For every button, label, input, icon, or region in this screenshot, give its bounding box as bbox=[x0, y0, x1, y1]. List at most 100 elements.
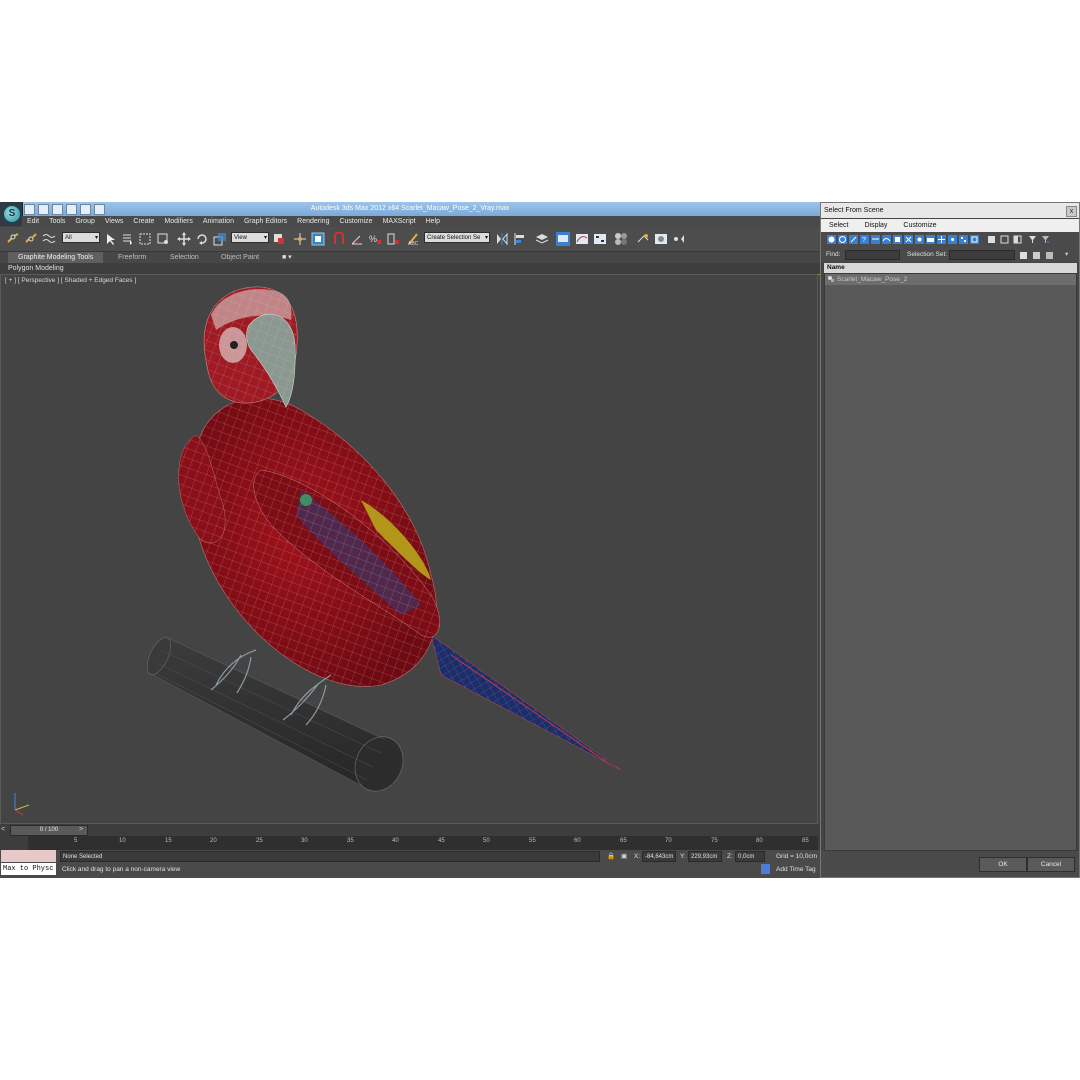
select-and-manipulate-icon[interactable] bbox=[293, 232, 307, 246]
display-space-warps-icon[interactable] bbox=[882, 235, 891, 244]
close-icon[interactable]: x bbox=[1066, 206, 1077, 217]
menu-help[interactable]: Help bbox=[421, 216, 445, 227]
add-time-tag-button[interactable]: Add Time Tag bbox=[776, 864, 816, 875]
list-item[interactable]: Scarlet_Macaw_Pose_2 bbox=[825, 274, 1076, 285]
window-crossing-icon[interactable] bbox=[156, 232, 170, 246]
display-all-icon[interactable] bbox=[959, 235, 968, 244]
layer-manager-icon[interactable] bbox=[535, 232, 549, 246]
snaps-toggle-icon[interactable] bbox=[332, 232, 346, 246]
render-setup-icon[interactable] bbox=[636, 232, 650, 246]
maxscript-mini-listener[interactable]: Max to Physc bbox=[1, 863, 56, 875]
menu-graph-editors[interactable]: Graph Editors bbox=[239, 216, 292, 227]
schematic-view-icon[interactable] bbox=[593, 232, 607, 246]
select-invert-icon[interactable] bbox=[1013, 235, 1022, 244]
display-frozen-icon[interactable] bbox=[937, 235, 946, 244]
menu-group[interactable]: Group bbox=[70, 216, 99, 227]
menu-rendering[interactable]: Rendering bbox=[292, 216, 334, 227]
menu-modifiers[interactable]: Modifiers bbox=[159, 216, 197, 227]
display-cameras-icon[interactable]: ? bbox=[860, 235, 869, 244]
z-coordinate-field[interactable]: 0,0cm bbox=[735, 851, 765, 862]
cancel-button[interactable]: Cancel bbox=[1027, 857, 1075, 872]
project-folder-icon[interactable] bbox=[94, 204, 105, 215]
selection-filter-dropdown[interactable]: All bbox=[62, 232, 100, 244]
display-containers-icon[interactable] bbox=[926, 235, 935, 244]
application-menu-button[interactable]: S bbox=[0, 202, 23, 226]
menu-views[interactable]: Views bbox=[100, 216, 129, 227]
select-and-move-icon[interactable] bbox=[177, 232, 191, 246]
display-helpers-icon[interactable] bbox=[871, 235, 880, 244]
toolbar-overflow-icon[interactable]: ▾ bbox=[1065, 248, 1068, 262]
render-production-icon[interactable] bbox=[672, 232, 686, 246]
maxscript-listener-output[interactable] bbox=[1, 850, 56, 862]
keyboard-shortcut-override-icon[interactable] bbox=[311, 232, 325, 246]
menu-maxscript[interactable]: MAXScript bbox=[378, 216, 421, 227]
display-shapes-icon[interactable] bbox=[838, 235, 847, 244]
menu-tools[interactable]: Tools bbox=[44, 216, 70, 227]
percent-snap-icon[interactable]: % bbox=[368, 232, 382, 246]
display-none-icon[interactable] bbox=[970, 235, 979, 244]
dialog-menu-display[interactable]: Display bbox=[856, 219, 895, 232]
display-bones-icon[interactable] bbox=[915, 235, 924, 244]
display-geometry-icon[interactable] bbox=[827, 235, 836, 244]
named-selection-dropdown[interactable]: Create Selection Se bbox=[424, 232, 490, 244]
tab-graphite-modeling-tools[interactable]: Graphite Modeling Tools bbox=[8, 252, 104, 263]
select-none-icon[interactable] bbox=[1000, 235, 1009, 244]
selection-set-dropdown[interactable] bbox=[949, 250, 1015, 260]
menu-animation[interactable]: Animation bbox=[198, 216, 239, 227]
select-and-rotate-icon[interactable] bbox=[195, 232, 209, 246]
use-pivot-center-icon[interactable] bbox=[272, 232, 286, 246]
x-coordinate-field[interactable]: -84,643cm bbox=[642, 851, 676, 862]
find-input[interactable] bbox=[845, 250, 900, 260]
open-file-icon[interactable] bbox=[38, 204, 49, 215]
select-and-link-icon[interactable] bbox=[6, 232, 20, 246]
undo-icon[interactable] bbox=[66, 204, 77, 215]
select-by-name-icon[interactable] bbox=[121, 232, 135, 246]
dialog-menu-customize[interactable]: Customize bbox=[895, 219, 944, 232]
graphite-modeling-tools-toggle-icon[interactable] bbox=[556, 232, 570, 246]
select-and-scale-icon[interactable] bbox=[213, 232, 227, 246]
bind-to-space-warp-icon[interactable] bbox=[42, 232, 56, 246]
y-coordinate-field[interactable]: 229,93cm bbox=[688, 851, 722, 862]
viewport-label[interactable]: [ + ] [ Perspective ] [ Shaded + Edged F… bbox=[5, 277, 136, 284]
angle-snap-icon[interactable] bbox=[350, 232, 364, 246]
select-all-icon[interactable] bbox=[987, 235, 996, 244]
menu-edit[interactable]: Edit bbox=[22, 216, 44, 227]
tab-selection[interactable]: Selection bbox=[170, 252, 199, 263]
dialog-menu-select[interactable]: Select bbox=[821, 219, 856, 232]
filter-icon[interactable] bbox=[1028, 235, 1037, 244]
tab-object-paint[interactable]: Object Paint bbox=[221, 252, 259, 263]
edit-named-selection-icon[interactable]: ABC bbox=[407, 232, 421, 246]
menu-create[interactable]: Create bbox=[128, 216, 159, 227]
previous-frame-button[interactable]: < bbox=[1, 825, 9, 834]
column-header-name[interactable]: Name bbox=[824, 263, 1077, 273]
rendered-frame-window-icon[interactable] bbox=[654, 232, 668, 246]
track-bar[interactable]: 5 10 15 20 25 30 35 40 45 50 55 60 65 70… bbox=[28, 836, 818, 850]
rectangular-selection-icon[interactable] bbox=[138, 232, 152, 246]
next-frame-button[interactable]: > bbox=[79, 825, 87, 834]
display-xrefs-icon[interactable] bbox=[904, 235, 913, 244]
polygon-modeling-panel-label[interactable]: Polygon Modeling bbox=[8, 263, 64, 274]
align-icon[interactable] bbox=[513, 232, 527, 246]
time-tag-icon[interactable] bbox=[761, 864, 770, 874]
display-groups-icon[interactable] bbox=[893, 235, 902, 244]
material-editor-icon[interactable] bbox=[614, 232, 628, 246]
absolute-mode-icon[interactable]: ▣ bbox=[621, 851, 627, 862]
reference-coordinate-dropdown[interactable]: View bbox=[231, 232, 269, 244]
ribbon-options-icon[interactable]: ■ ▾ bbox=[282, 252, 292, 263]
redo-icon[interactable] bbox=[80, 204, 91, 215]
unlink-selection-icon[interactable] bbox=[24, 232, 38, 246]
lock-selection-icon[interactable]: 🔒 bbox=[607, 851, 615, 862]
curve-editor-icon[interactable] bbox=[575, 232, 589, 246]
new-file-icon[interactable] bbox=[24, 204, 35, 215]
menu-customize[interactable]: Customize bbox=[334, 216, 377, 227]
hierarchy-filter-icon[interactable] bbox=[1041, 235, 1050, 244]
save-file-icon[interactable] bbox=[52, 204, 63, 215]
mirror-icon[interactable] bbox=[495, 232, 509, 246]
tab-freeform[interactable]: Freeform bbox=[118, 252, 146, 263]
display-lights-icon[interactable] bbox=[849, 235, 858, 244]
spinner-snap-icon[interactable] bbox=[386, 232, 400, 246]
display-hidden-icon[interactable] bbox=[948, 235, 957, 244]
ok-button[interactable]: OK bbox=[979, 857, 1027, 872]
select-object-icon[interactable] bbox=[104, 232, 118, 246]
select-dependents-icon[interactable] bbox=[1032, 251, 1041, 260]
